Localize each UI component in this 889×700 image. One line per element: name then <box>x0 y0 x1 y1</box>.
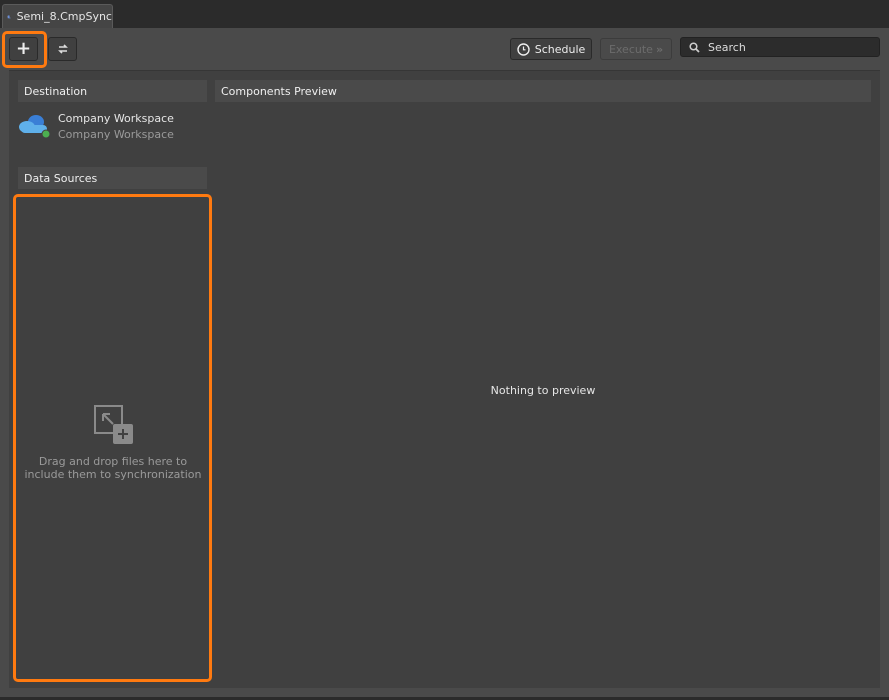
clock-icon <box>517 42 530 56</box>
sync-button[interactable] <box>48 37 77 61</box>
tab-title: Semi_8.CmpSync <box>16 10 112 23</box>
schedule-button[interactable]: Schedule <box>510 38 592 60</box>
schedule-label: Schedule <box>534 42 586 56</box>
component-sync-icon <box>7 14 11 19</box>
destination-item[interactable]: Company Workspace Company Workspace <box>18 112 208 142</box>
fast-forward-icon: » <box>655 42 664 56</box>
destination-header: Destination <box>18 80 207 102</box>
preview-empty-message: Nothing to preview <box>490 384 596 397</box>
components-preview-header-label: Components Preview <box>221 84 337 98</box>
plus-icon: + <box>15 38 32 59</box>
document-tab[interactable]: Semi_8.CmpSync <box>2 4 113 28</box>
destination-header-label: Destination <box>24 84 88 98</box>
cloud-icon <box>19 115 51 139</box>
search-input[interactable]: Search <box>680 37 880 57</box>
components-preview-header: Components Preview <box>215 80 871 102</box>
data-sources-header-label: Data Sources <box>24 171 98 185</box>
search-placeholder: Search <box>708 40 746 54</box>
execute-button[interactable]: Execute » <box>600 38 672 60</box>
drop-hint: Drag and drop files here to include them… <box>24 455 202 481</box>
search-icon <box>689 41 700 53</box>
destination-name: Company Workspace <box>58 112 174 125</box>
add-button[interactable]: + <box>9 37 38 61</box>
execute-label: Execute <box>608 42 653 56</box>
status-strip <box>0 688 889 700</box>
destination-subtitle: Company Workspace <box>58 128 174 141</box>
data-sources-drop-zone[interactable]: Drag and drop files here to include them… <box>13 194 212 682</box>
refresh-icon <box>57 44 68 54</box>
data-sources-header: Data Sources <box>18 167 207 189</box>
drop-file-icon <box>94 405 133 444</box>
